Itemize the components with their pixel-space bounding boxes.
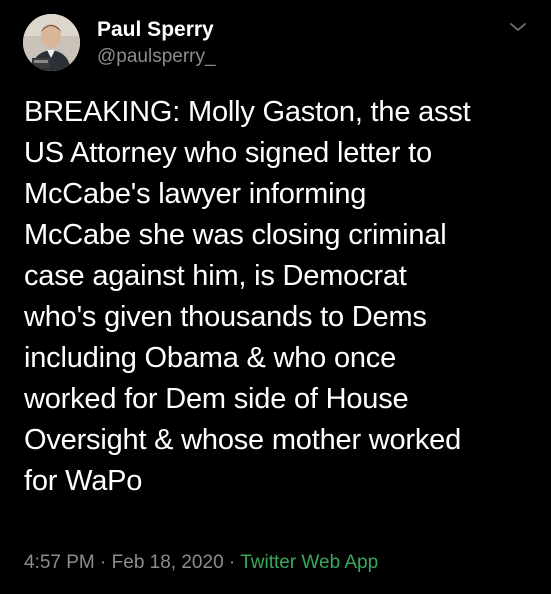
- tweet-time[interactable]: 4:57 PM: [24, 552, 95, 573]
- author-display-name[interactable]: Paul Sperry: [97, 17, 216, 43]
- chevron-down-icon[interactable]: [507, 19, 529, 35]
- avatar[interactable]: [23, 14, 80, 71]
- tweet-text: BREAKING: Molly Gaston, the asst US Atto…: [24, 96, 471, 497]
- tweet-date[interactable]: Feb 18, 2020: [112, 552, 224, 573]
- meta-separator: ·: [223, 552, 241, 573]
- tweet-meta: 4:57 PM · Feb 18, 2020 · Twitter Web App: [24, 551, 378, 575]
- author-names: Paul Sperry @paulsperry_: [97, 17, 216, 69]
- tweet-card: Paul Sperry @paulsperry_ BREAKING: Molly…: [0, 0, 551, 594]
- person-avatar-icon: [23, 14, 80, 71]
- tweet-source-link[interactable]: Twitter Web App: [240, 552, 378, 573]
- tweet-header: Paul Sperry @paulsperry_: [23, 14, 533, 72]
- author-handle[interactable]: @paulsperry_: [97, 45, 216, 69]
- meta-separator: ·: [94, 552, 112, 573]
